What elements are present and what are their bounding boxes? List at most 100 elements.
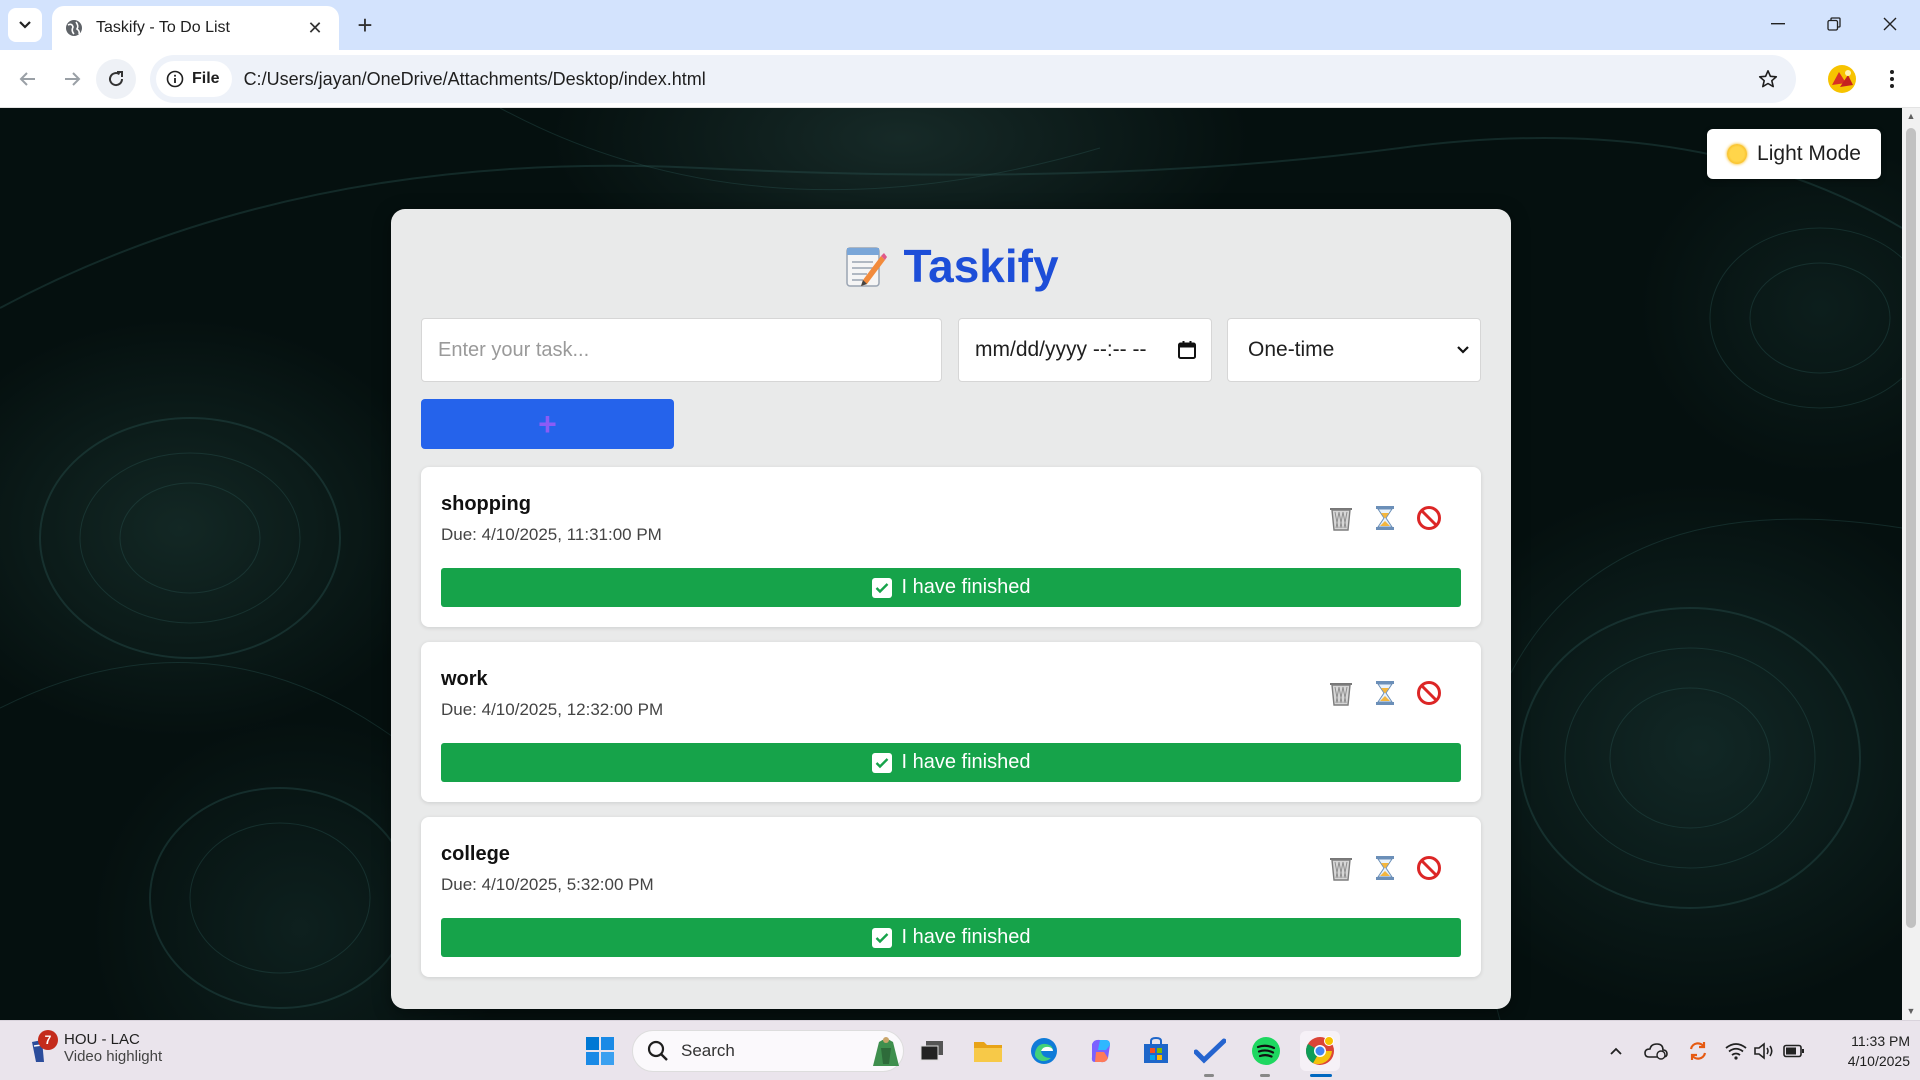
taskbar-search[interactable]: Search: [632, 1030, 904, 1072]
site-info-chip[interactable]: File: [156, 61, 232, 97]
trash-icon: [1330, 858, 1352, 881]
hourglass-icon: [1376, 856, 1394, 880]
finish-task-button[interactable]: I have finished: [441, 918, 1461, 957]
tab-close-icon[interactable]: ✕: [303, 16, 327, 40]
checkmark-app-icon: [1194, 1038, 1226, 1064]
task-name: college: [441, 843, 510, 865]
task-due: Due: 4/10/2025, 11:31:00 PM: [441, 525, 662, 544]
scrollbar-thumb[interactable]: [1906, 128, 1916, 928]
chevron-up-icon: [1610, 1047, 1622, 1055]
task-name: shopping: [441, 493, 531, 515]
minimize-icon: [1771, 23, 1785, 25]
edge-browser-icon: [1031, 1038, 1057, 1064]
widgets-news-button[interactable]: 7 HOU - LAC Video highlight: [28, 1030, 162, 1065]
snooze-task-button[interactable]: [1370, 678, 1400, 708]
finish-task-button[interactable]: I have finished: [441, 743, 1461, 782]
edge-button[interactable]: [1024, 1031, 1064, 1071]
browser-tab-strip: Taskify - To Do List ✕ +: [0, 0, 1920, 50]
spotify-button[interactable]: [1246, 1031, 1286, 1071]
cancel-task-button[interactable]: [1414, 503, 1444, 533]
search-highlight-icon: [873, 1037, 899, 1066]
todo-app-button[interactable]: [1190, 1031, 1230, 1071]
info-icon: [166, 70, 184, 88]
repeat-select-value: One-time: [1248, 338, 1335, 361]
store-bag-icon: [1144, 1037, 1168, 1063]
browser-tab-active[interactable]: Taskify - To Do List ✕: [52, 6, 339, 50]
battery-icon: [1783, 1044, 1804, 1058]
url-text[interactable]: C:/Users/jayan/OneDrive/Attachments/Desk…: [244, 69, 1748, 90]
file-explorer-button[interactable]: [968, 1031, 1008, 1071]
restore-button[interactable]: [1806, 0, 1862, 48]
widget-headline: HOU - LAC: [64, 1031, 140, 1048]
running-indicator: [1260, 1074, 1270, 1077]
hourglass-icon: [1376, 506, 1394, 530]
wifi-button[interactable]: [1724, 1039, 1748, 1063]
finish-task-button[interactable]: I have finished: [441, 568, 1461, 607]
back-button[interactable]: [8, 59, 48, 99]
task-input[interactable]: [421, 318, 942, 382]
tab-search-button[interactable]: [8, 8, 42, 42]
reload-button[interactable]: [96, 59, 136, 99]
sync-tray-button[interactable]: [1685, 1039, 1711, 1063]
profile-avatar-icon[interactable]: [1826, 63, 1858, 95]
arrow-right-icon: [65, 72, 81, 86]
browser-toolbar: File C:/Users/jayan/OneDrive/Attachments…: [0, 50, 1920, 108]
forward-button[interactable]: [52, 59, 92, 99]
clock-date: 4/10/2025: [1847, 1053, 1910, 1069]
browser-menu-button[interactable]: [1876, 63, 1908, 95]
bookmark-button[interactable]: [1748, 59, 1788, 99]
minimize-button[interactable]: [1750, 0, 1806, 48]
delete-task-button[interactable]: [1326, 503, 1356, 533]
delete-task-button[interactable]: [1326, 853, 1356, 883]
task-view-button[interactable]: [912, 1031, 952, 1071]
delete-task-button[interactable]: [1326, 678, 1356, 708]
globe-icon: [66, 20, 82, 36]
restore-icon: [1827, 17, 1841, 31]
theme-toggle-button[interactable]: Light Mode: [1707, 129, 1881, 179]
sync-icon: [1689, 1042, 1707, 1060]
notification-badge: 7: [38, 1030, 58, 1050]
scroll-up-arrow-icon[interactable]: ▲: [1906, 111, 1916, 121]
due-datetime-input[interactable]: mm/dd/yyyy --:-- --: [958, 318, 1212, 382]
snooze-task-button[interactable]: [1370, 853, 1400, 883]
calendar-icon[interactable]: [1177, 340, 1197, 360]
repeat-select[interactable]: One-time: [1227, 318, 1481, 382]
system-clock[interactable]: 11:33 PM 4/10/2025: [1810, 1031, 1910, 1071]
chevron-down-icon: [1457, 346, 1469, 354]
snooze-task-button[interactable]: [1370, 503, 1400, 533]
file-chip-label: File: [192, 70, 220, 87]
app-title: Taskify: [903, 240, 1059, 292]
prohibited-icon: [1417, 681, 1441, 705]
start-button[interactable]: [580, 1031, 620, 1071]
new-tab-button[interactable]: +: [350, 10, 380, 40]
cloud-sync-icon: [1644, 1043, 1668, 1060]
speaker-icon: [1754, 1042, 1773, 1060]
chrome-button[interactable]: [1300, 1031, 1340, 1071]
scroll-down-arrow-icon[interactable]: ▼: [1906, 1006, 1916, 1016]
task-name: work: [441, 668, 488, 690]
windows-logo-icon: [586, 1037, 614, 1065]
cancel-task-button[interactable]: [1414, 853, 1444, 883]
onedrive-tray-button[interactable]: [1643, 1039, 1669, 1063]
running-indicator: [1204, 1074, 1214, 1077]
close-icon: [1883, 17, 1897, 31]
active-app-indicator: [1310, 1074, 1332, 1077]
folder-icon: [974, 1042, 1002, 1062]
ms-store-button[interactable]: [1136, 1031, 1176, 1071]
tab-title: Taskify - To Do List: [96, 19, 230, 36]
volume-button[interactable]: [1753, 1039, 1777, 1063]
checkmark-icon: [871, 577, 892, 598]
add-task-button[interactable]: +: [421, 399, 674, 449]
cancel-task-button[interactable]: [1414, 678, 1444, 708]
memo-icon: [846, 247, 888, 287]
address-bar[interactable]: File C:/Users/jayan/OneDrive/Attachments…: [150, 55, 1796, 103]
close-window-button[interactable]: [1862, 0, 1918, 48]
task-item: college Due: 4/10/2025, 5:32:00 PM I hav…: [421, 817, 1481, 977]
show-hidden-icons-button[interactable]: [1606, 1039, 1626, 1063]
copilot-button[interactable]: [1081, 1031, 1121, 1071]
checkmark-icon: [871, 752, 892, 773]
page-scrollbar[interactable]: ▲ ▼: [1902, 108, 1920, 1020]
search-icon: [647, 1040, 668, 1061]
wifi-icon: [1725, 1043, 1747, 1060]
battery-button[interactable]: [1782, 1039, 1806, 1063]
